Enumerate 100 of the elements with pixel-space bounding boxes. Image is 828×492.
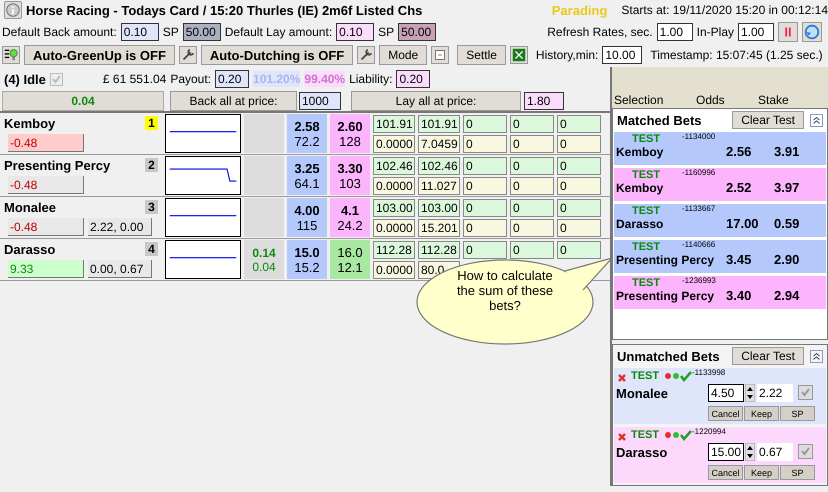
position-value: 2.22, 0.00 [88,218,152,236]
refresh-icon[interactable] [802,22,822,42]
test-tag: TEST [632,169,660,181]
back-price-button[interactable]: 2.58 72.2 [287,114,327,153]
bet-selection: Presenting Percy [616,289,716,303]
spinner-icon[interactable] [745,384,755,402]
field-label: SP [378,24,394,38]
table-cell: 0 [510,156,554,174]
runner-name: Presenting Percy [4,158,110,173]
lay-price-button[interactable]: 4.1 24.2 [330,198,370,237]
history-field[interactable]: 10.00 [602,46,642,64]
mode-button[interactable]: Mode [379,45,428,65]
profit-loss: 9.33 [8,260,84,278]
bet-id: -1133998 [692,368,726,377]
back-sp-field[interactable]: 50.00 [182,22,221,40]
race-status: Parading [550,2,608,18]
table-cell: 0 [463,156,507,174]
test-tag: TEST [631,429,660,441]
collapse-icon[interactable] [810,114,823,126]
table-cell: 0 [463,198,507,216]
clear-test-button[interactable]: Clear Test [732,111,804,129]
matched-bet-row[interactable]: TEST -1160996 Kemboy 2.52 3.97 [614,168,826,201]
stake-field[interactable]: 0.67 [757,443,793,461]
table-cell: 103.00 [418,198,460,216]
lay-amount-field[interactable]: 0.10 [336,22,374,40]
field-label: Default Back amount: [2,24,117,38]
field-label: SP [162,24,179,38]
matched-bet-row[interactable]: TEST -1236993 Presenting Percy 3.40 2.94 [614,276,826,309]
table-cell: 0 [463,240,507,258]
info-icon[interactable] [4,1,22,19]
table-cell: 102.46 [418,156,460,174]
odds-field[interactable]: 15.00 [708,443,744,461]
bet-action-button[interactable]: Cancel [708,406,743,421]
confirm-checkbox[interactable] [798,385,813,400]
bet-stake: 0.59 [774,216,800,231]
lay-price-button[interactable]: 16.0 12.1 [330,240,370,279]
lay-sp-field[interactable]: 50.00 [398,22,436,40]
bet-stake: 3.97 [774,180,800,195]
pause-icon[interactable] [778,22,798,42]
bet-odds: 17.00 [726,216,760,231]
lay-price-button[interactable]: 3.30 103 [330,156,370,195]
back-amount-field[interactable]: 0.10 [120,22,159,40]
inplay-rate-field[interactable]: 1.00 [738,22,774,40]
table-cell: 0 [557,198,601,216]
table-cell: 101.91 [418,114,460,132]
bet-action-button[interactable]: Keep [744,465,779,480]
back-all-price-field[interactable]: 1000 [299,92,341,110]
column-header: Selection [613,93,664,107]
table-cell: 0.0000 [373,134,415,152]
confirm-checkbox[interactable] [798,444,813,459]
liability-field[interactable]: 0.20 [396,70,430,88]
stake-field[interactable]: 2.22 [757,384,793,402]
close-icon[interactable] [616,431,628,443]
settle-button[interactable]: Settle [457,45,506,65]
table-cell: 0 [557,218,601,236]
table-cell: 0 [557,134,601,152]
wrench-icon[interactable] [357,46,376,64]
table-cell: 103.00 [373,198,415,216]
clear-test-button[interactable]: Clear Test [732,347,804,365]
close-icon[interactable] [616,372,628,384]
spinner-icon[interactable] [745,443,755,461]
panel-title: Unmatched Bets [617,348,721,364]
matched-bet-row[interactable]: TEST -1133667 Darasso 17.00 0.59 [614,204,826,237]
table-cell: 0 [557,240,601,258]
bet-action-button[interactable]: SP [780,465,815,480]
auto-dutching-button[interactable]: Auto-Dutching is OFF [200,45,354,65]
bet-id: -1220994 [692,427,726,436]
lay-all-price-field[interactable]: 1.80 [524,92,564,110]
odds-field[interactable]: 4.50 [708,384,744,402]
matched-bet-row[interactable]: TEST -1134000 Kemboy 2.56 3.91 [614,132,826,165]
table-cell: 0 [463,176,507,194]
auto-greenup-button[interactable]: Auto-GreenUp is OFF [24,45,175,65]
idle-checkbox[interactable] [50,72,63,86]
field-label: History,min: [536,48,598,62]
back-price-button[interactable]: 3.25 64.1 [287,156,327,195]
start-time: Starts at: 19/11/2020 15:20 in 00:12:14 [621,3,828,17]
collapse-icon[interactable] [810,350,823,362]
bet-selection: Darasso [616,217,664,231]
back-all-button[interactable]: Back all at price: [170,91,297,111]
profit-loss: -0.48 [8,176,84,194]
hedge-value: 0.04 [252,260,276,274]
back-price-button[interactable]: 4.00 115 [287,198,327,237]
table-cell: 0 [510,114,554,132]
table-cell: 0.0000 [373,176,415,194]
bet-id: -1160996 [682,168,716,177]
wrench-icon[interactable] [178,46,197,64]
field-label: Refresh Rates, sec. [547,24,653,38]
lay-all-button[interactable]: Lay all at price: [351,91,521,111]
matched-bet-row[interactable]: TEST -1140666 Presenting Percy 3.45 2.90 [614,240,826,273]
spreadsheet-icon[interactable] [510,46,528,64]
bulb-icon[interactable] [2,46,20,64]
payout-field[interactable]: 0.20 [215,70,250,88]
status-lights-icon [664,429,692,441]
bet-action-button[interactable]: SP [780,406,815,421]
back-price-button[interactable]: 15.0 15.2 [287,240,327,279]
runner-number: 4 [145,242,158,256]
refresh-rate-field[interactable]: 1.00 [656,22,693,40]
bet-action-button[interactable]: Cancel [708,465,743,480]
bet-action-button[interactable]: Keep [744,406,779,421]
lay-price-button[interactable]: 2.60 128 [330,114,370,153]
